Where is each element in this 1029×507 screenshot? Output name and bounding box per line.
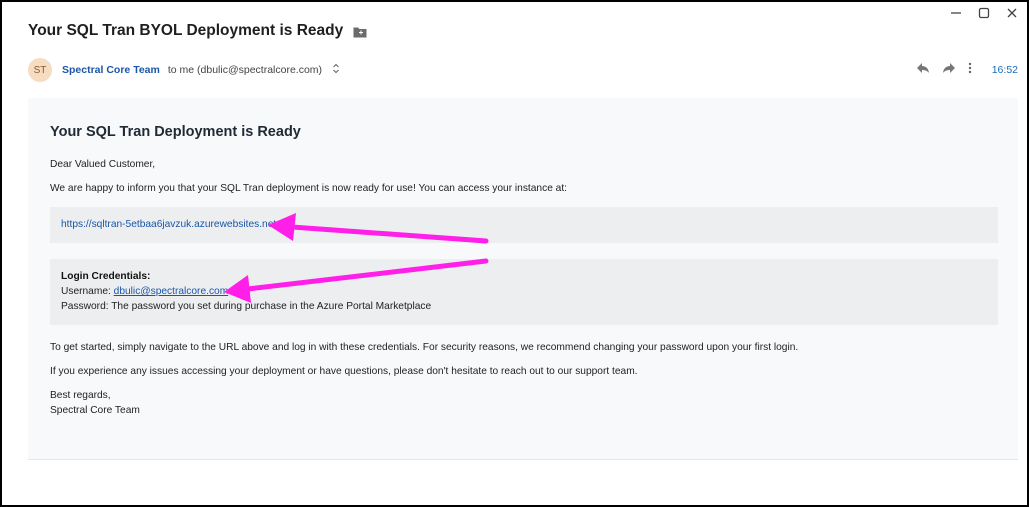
message-actions: 16:52 <box>916 62 1018 77</box>
email-heading: Your SQL Tran Deployment is Ready <box>50 124 301 140</box>
instance-url-link[interactable]: https://sqltran-5etbaa6javzuk.azurewebsi… <box>61 219 276 230</box>
intro-paragraph: We are happy to inform you that your SQL… <box>50 183 568 194</box>
minimize-icon[interactable] <box>949 6 963 20</box>
sender-name[interactable]: Spectral Core Team <box>62 64 160 76</box>
reply-icon[interactable] <box>916 62 930 77</box>
password-line: Password: The password you set during pu… <box>61 301 432 312</box>
recipient-text: to me (dbulic@spectralcore.com) <box>167 64 323 76</box>
avatar[interactable]: ST <box>28 58 52 82</box>
folder-icon[interactable] <box>353 25 367 38</box>
username-label: Username: <box>61 286 111 297</box>
closing-text: Best regards, <box>50 390 111 401</box>
credentials-box: Login Credentials: Username: dbulic@spec… <box>50 259 998 325</box>
username-link[interactable]: dbulic@spectralcore.com <box>114 286 229 297</box>
signature: Spectral Core Team <box>50 405 140 416</box>
email-body: Your SQL Tran Deployment is Ready Dear V… <box>28 98 1018 460</box>
getting-started-paragraph: To get started, simply navigate to the U… <box>50 342 799 353</box>
close-icon[interactable] <box>1005 6 1019 20</box>
chevron-up-down-icon[interactable] <box>332 63 340 77</box>
credentials-title: Login Credentials: <box>61 271 151 282</box>
forward-icon[interactable] <box>942 62 956 77</box>
username-line: Username: dbulic@spectralcore.com <box>61 286 228 297</box>
greeting: Dear Valued Customer, <box>50 159 156 170</box>
maximize-icon[interactable] <box>977 6 991 20</box>
subject-row: Your SQL Tran BYOL Deployment is Ready <box>28 22 367 40</box>
sender-row: ST Spectral Core Team to me (dbulic@spec… <box>28 58 1018 82</box>
message-time: 16:52 <box>991 63 1018 76</box>
email-subject: Your SQL Tran BYOL Deployment is Ready <box>28 22 344 39</box>
support-paragraph: If you experience any issues accessing y… <box>50 366 638 377</box>
window-controls <box>949 6 1019 20</box>
url-box: https://sqltran-5etbaa6javzuk.azurewebsi… <box>50 207 998 243</box>
more-vertical-icon[interactable] <box>968 62 972 77</box>
email-window: Your SQL Tran BYOL Deployment is Ready S… <box>0 0 1029 507</box>
